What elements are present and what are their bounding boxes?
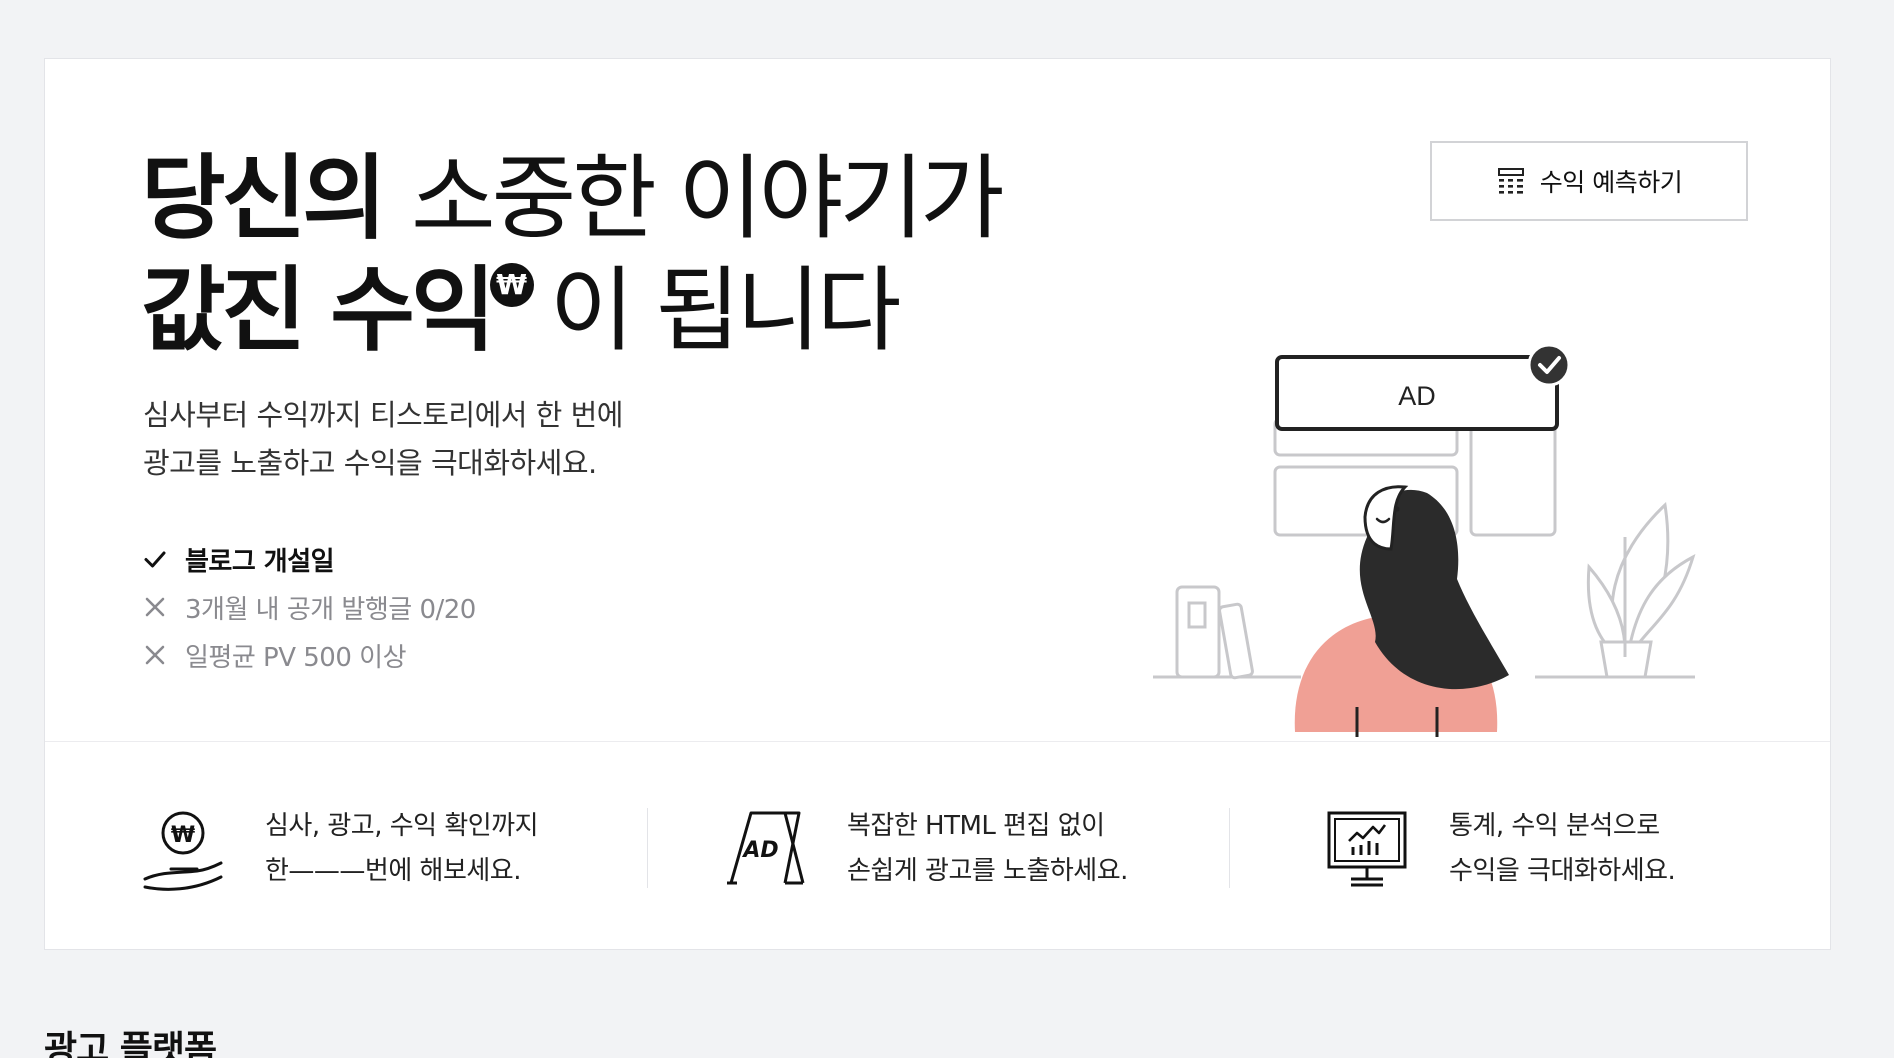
verified-check-icon: [1527, 343, 1571, 387]
criteria-label: 3개월 내 공개 발행글 0/20: [185, 594, 476, 625]
criteria-label: 일평균 PV 500 이상: [185, 642, 407, 673]
hero-section: 당신의 소중한 이야기가 값진 수익 ₩ 이 됩니다 심사부터 수익까지 티스토리에…: [45, 59, 1830, 741]
eligibility-criteria: 블로그 개설일 3개월 내 공개 발행글 0/20 일평균 PV 500 이상: [143, 535, 476, 679]
feature-line: 수익을 극대화하세요.: [1449, 856, 1676, 886]
won-badge-icon: ₩: [489, 263, 534, 307]
feature-item-analytics: 통계, 수익 분석으로 수익을 극대화하세요.: [1325, 804, 1676, 894]
feature-text: 심사, 광고, 수익 확인까지 한———번에 해보세요.: [265, 804, 539, 894]
section-title-ad-platform: 광고 플랫폼: [44, 1029, 217, 1058]
feature-line: 복잡한 HTML 편집 없이: [847, 811, 1105, 841]
feature-separator: [647, 808, 648, 888]
headline-bold-2: 값진 수익: [141, 257, 496, 364]
calculator-icon: [1497, 168, 1524, 194]
feature-item-easy-ads: AD 복잡한 HTML 편집 없이 손쉽게 광고를 노출하세요.: [723, 804, 1128, 894]
feature-text: 통계, 수익 분석으로 수익을 극대화하세요.: [1449, 804, 1676, 894]
hand-coin-icon: ₩: [143, 811, 223, 891]
desc-line-1: 심사부터 수익까지 티스토리에서 한 번에: [143, 398, 623, 432]
feature-item-one-stop: ₩ 심사, 광고, 수익 확인까지 한———번에 해보세요.: [141, 804, 539, 894]
books-icon: [1175, 585, 1254, 680]
feature-line: 통계, 수익 분석으로: [1449, 811, 1660, 841]
headline-bold-1: 당신의: [141, 145, 387, 252]
predict-revenue-button[interactable]: 수익 예측하기: [1430, 141, 1748, 221]
feature-line: 심사, 광고, 수익 확인까지: [265, 811, 539, 841]
x-icon: [145, 645, 165, 665]
monetization-card: 당신의 소중한 이야기가 값진 수익 ₩ 이 됩니다 심사부터 수익까지 티스토리에…: [44, 58, 1831, 950]
ad-box-label: AD: [1398, 381, 1436, 411]
svg-text:₩: ₩: [171, 823, 195, 848]
criteria-item-pv: 일평균 PV 500 이상: [143, 631, 476, 679]
headline-rest-2: 이 됩니다: [549, 257, 902, 364]
feature-line: 손쉽게 광고를 노출하세요.: [847, 856, 1128, 886]
feature-line: 한———번에 해보세요.: [265, 856, 521, 886]
desc-line-2: 광고를 노출하고 수익을 극대화하세요.: [143, 446, 597, 480]
predict-button-label: 수익 예측하기: [1539, 168, 1683, 197]
headline-rest-1: 소중한 이야기가: [410, 145, 1005, 252]
ad-sign-icon: AD: [727, 811, 805, 885]
criteria-item-posts: 3개월 내 공개 발행글 0/20: [143, 583, 476, 631]
hero-headline: 당신의 소중한 이야기가 값진 수익 ₩ 이 됩니다: [141, 143, 1005, 367]
plant-icon: [1586, 501, 1696, 679]
ad-sign-text: AD: [741, 838, 778, 863]
criteria-item-open-date: 블로그 개설일: [143, 535, 476, 583]
feature-list: ₩ 심사, 광고, 수익 확인까지 한———번에 해보세요. AD 복잡한 HT…: [45, 742, 1830, 950]
feature-separator: [1229, 808, 1230, 888]
criteria-label: 블로그 개설일: [185, 546, 335, 577]
feature-text: 복잡한 HTML 편집 없이 손쉽게 광고를 노출하세요.: [847, 804, 1128, 894]
check-icon: [144, 551, 166, 568]
monitor-chart-icon: [1327, 811, 1407, 887]
hero-description: 심사부터 수익까지 티스토리에서 한 번에 광고를 노출하고 수익을 극대화하세…: [143, 391, 623, 487]
blogger-illustration: AD: [1153, 343, 1696, 737]
x-icon: [145, 597, 165, 617]
